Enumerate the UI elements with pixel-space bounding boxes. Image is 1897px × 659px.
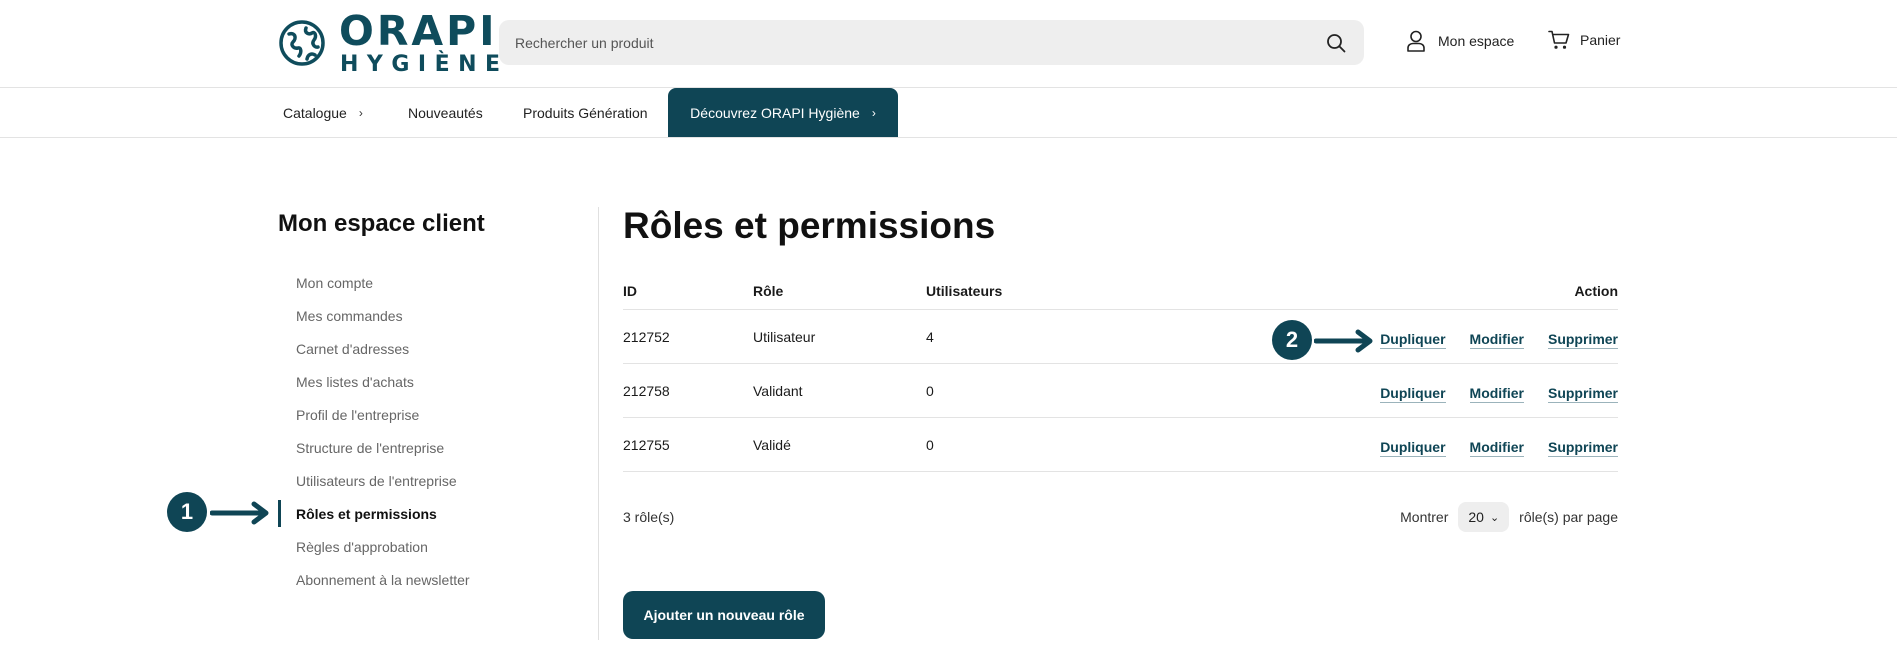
per-page-value: 20 [1468,509,1484,525]
nav-item-nouveautes[interactable]: Nouveautés [408,88,483,137]
row-actions: Dupliquer Modifier Supprimer [1380,418,1618,471]
role-id: 212752 [623,328,670,345]
nav-cta-label: Découvrez ORAPI Hygiène [690,104,860,121]
role-user-count: 0 [926,436,934,453]
nav-item-produits-generation[interactable]: Produits Génération [523,88,648,137]
edit-link[interactable]: Modifier [1469,385,1524,403]
table-row: 212758 Validant 0 Dupliquer Modifier Sup… [623,364,1618,418]
sidebar-menu: Mon compte Mes commandes Carnet d'adress… [278,266,470,596]
cart-link[interactable]: Panier [1548,30,1620,50]
cart-icon [1548,30,1570,49]
role-user-count: 4 [926,328,934,345]
add-role-button[interactable]: Ajouter un nouveau rôle [623,591,825,639]
duplicate-link[interactable]: Dupliquer [1380,331,1446,349]
table-header-row: ID Rôle Utilisateurs Action [623,272,1618,310]
nav-item-catalogue[interactable]: Catalogue › [283,88,363,137]
role-name: Validé [753,436,791,453]
row-actions: Dupliquer Modifier Supprimer [1380,310,1618,363]
logo-brand-name: ORAPI [339,6,498,55]
sidebar-item-mon-compte[interactable]: Mon compte [278,266,470,299]
role-name: Utilisateur [753,328,816,345]
column-header-action: Action [1574,282,1618,299]
nav-item-label: Catalogue [283,104,347,121]
roles-table: ID Rôle Utilisateurs Action 212752 Utili… [623,272,1618,472]
sidebar-item-roles-permissions[interactable]: Rôles et permissions [278,497,470,530]
logo-brand-subname: HYGIÈNE [340,51,509,77]
search-bar [499,20,1364,65]
table-row: 212752 Utilisateur 4 Dupliquer Modifier … [623,310,1618,364]
row-actions: Dupliquer Modifier Supprimer [1380,364,1618,417]
role-id: 212758 [623,382,670,399]
sidebar-item-profil-entreprise[interactable]: Profil de l'entreprise [278,398,470,431]
sidebar-item-structure-entreprise[interactable]: Structure de l'entreprise [278,431,470,464]
cart-label: Panier [1580,32,1621,48]
per-page-select[interactable]: 20 ⌄ [1458,502,1510,532]
annotation-badge-2: 2 [1272,320,1312,360]
chevron-right-icon: › [358,105,363,120]
page-title: Rôles et permissions [623,205,996,246]
per-page-control: Montrer 20 ⌄ rôle(s) par page [1400,501,1618,533]
main-nav: Catalogue › Nouveautés Produits Générati… [0,88,1897,138]
nav-item-label: Produits Génération [523,104,648,121]
delete-link[interactable]: Supprimer [1547,439,1618,457]
site-header: ORAPI HYGIÈNE Mon espace Panier [0,0,1897,88]
column-header-users: Utilisateurs [926,282,1003,299]
sidebar-item-regles-approbation[interactable]: Règles d'approbation [278,530,470,563]
globe-logo-icon [279,20,325,66]
delete-link[interactable]: Supprimer [1547,385,1618,403]
sidebar-item-listes-achats[interactable]: Mes listes d'achats [278,365,470,398]
edit-link[interactable]: Modifier [1469,439,1524,457]
sidebar-item-utilisateurs-entreprise[interactable]: Utilisateurs de l'entreprise [278,464,470,497]
table-row: 212755 Validé 0 Dupliquer Modifier Suppr… [623,418,1618,472]
role-id: 212755 [623,436,670,453]
column-header-id: ID [623,282,637,299]
content-divider [598,207,599,640]
sidebar-title: Mon espace client [278,210,485,237]
per-page-suffix: rôle(s) par page [1519,509,1618,525]
duplicate-link[interactable]: Dupliquer [1380,385,1446,403]
chevron-down-icon: ⌄ [1489,511,1500,524]
annotation-arrow-right-icon [210,501,269,525]
search-input[interactable] [515,34,1324,51]
account-label: Mon espace [1438,33,1515,49]
search-button[interactable] [1324,31,1348,55]
role-count: 3 rôle(s) [623,509,675,525]
per-page-show-label: Montrer [1400,509,1449,525]
sidebar-item-newsletter[interactable]: Abonnement à la newsletter [278,563,470,596]
orapi-logo[interactable]: ORAPI HYGIÈNE [277,6,509,77]
role-user-count: 0 [926,382,934,399]
search-icon [1327,33,1346,52]
account-link[interactable]: Mon espace [1406,30,1514,52]
annotation-badge-1: 1 [167,492,207,532]
duplicate-link[interactable]: Dupliquer [1380,439,1446,457]
sidebar-item-mes-commandes[interactable]: Mes commandes [278,299,470,332]
user-icon [1407,30,1425,52]
column-header-role: Rôle [753,282,784,299]
chevron-right-icon: › [871,105,876,120]
annotation-arrow-right-icon [1314,329,1373,353]
sidebar-item-carnet-adresses[interactable]: Carnet d'adresses [278,332,470,365]
nav-item-label: Nouveautés [408,104,483,121]
nav-cta-decouvrez[interactable]: Découvrez ORAPI Hygiène › [668,88,898,137]
role-name: Validant [753,382,803,399]
edit-link[interactable]: Modifier [1469,331,1524,349]
delete-link[interactable]: Supprimer [1547,331,1618,349]
logo-wordmark: ORAPI HYGIÈNE [339,6,509,77]
table-footer: 3 rôle(s) Montrer 20 ⌄ rôle(s) par page [623,501,1618,533]
